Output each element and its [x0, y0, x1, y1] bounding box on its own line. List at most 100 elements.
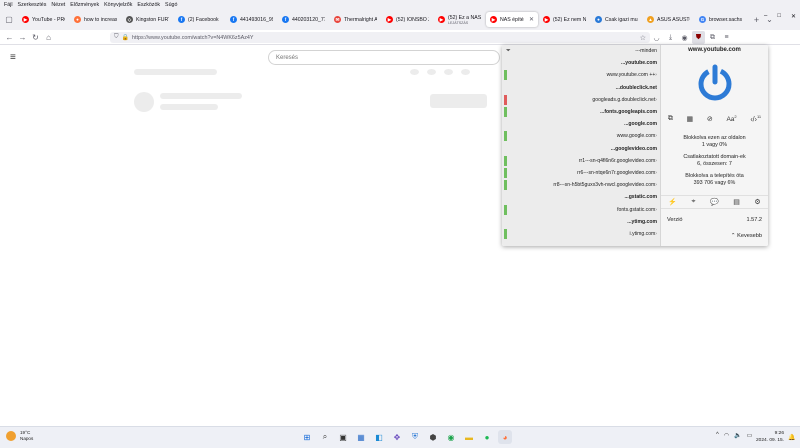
- domain-row[interactable]: www.youtube.com ++ ›: [502, 69, 661, 81]
- forward-icon[interactable]: →: [16, 31, 29, 44]
- lock-icon[interactable]: 🔒: [122, 34, 129, 41]
- account-icon[interactable]: ◉: [678, 31, 691, 44]
- pocket-icon[interactable]: ◡: [650, 31, 663, 44]
- reload-icon[interactable]: ↻: [29, 31, 42, 44]
- power-button[interactable]: [695, 63, 735, 103]
- menu-item[interactable]: Súgó: [165, 2, 177, 8]
- tab[interactable]: ▶YouTube - PROM: [18, 12, 69, 27]
- domain-row[interactable]: www.google.com ›: [502, 130, 661, 142]
- menu-item[interactable]: Könyvjelzők: [104, 2, 132, 8]
- back-icon[interactable]: ←: [3, 31, 16, 44]
- app-icon-5[interactable]: ⬢: [426, 430, 440, 444]
- extensions-icon[interactable]: ⧉: [706, 31, 719, 44]
- tab-sublabel: LEJÁTSZÁS: [448, 20, 469, 25]
- close-tab-icon[interactable]: ✕: [529, 16, 534, 23]
- domain-text: google.com: [628, 121, 657, 128]
- file-explorer-icon[interactable]: ▬: [462, 430, 476, 444]
- filter-icon[interactable]: ⏷: [506, 48, 511, 55]
- tab[interactable]: f440203120_7727: [278, 12, 329, 27]
- picker-icon[interactable]: ⌖: [692, 198, 696, 206]
- remote-font-icon[interactable]: Aa2: [726, 114, 736, 123]
- clock[interactable]: 9:26 2024. 09. 15.: [752, 431, 784, 444]
- menu-item[interactable]: Előzmények: [70, 2, 99, 8]
- bookmark-star-icon[interactable]: ☆: [640, 34, 646, 42]
- domain-row[interactable]: ... gstatic.com: [502, 191, 661, 203]
- chevron-icon: ›: [655, 182, 657, 189]
- tab[interactable]: ● how to increase: [70, 12, 121, 27]
- less-label: Kevesebb: [737, 233, 762, 239]
- domain-row[interactable]: ... googlevideo.com: [502, 143, 661, 155]
- tab[interactable]: ▲ASUS ASUSTOR: [643, 12, 694, 27]
- wifi-icon[interactable]: ◠: [724, 432, 729, 439]
- domain-row[interactable]: googleads.g.doubleclick.net ›: [502, 94, 661, 106]
- app-icon-1[interactable]: ▦: [354, 430, 368, 444]
- url-bar[interactable]: ⛉ 🔒 https://www.youtube.com/watch?v=N4WK…: [110, 32, 650, 43]
- tab[interactable]: ● Csak igazi mun: [591, 12, 642, 27]
- javascript-icon[interactable]: ‹/›11: [750, 114, 761, 123]
- tab-strip: ▶YouTube - PROM●how to increase◇Kingston…: [18, 12, 746, 27]
- tray-expand-icon[interactable]: ^: [716, 432, 719, 439]
- firefox-view-icon[interactable]: ▢: [0, 13, 18, 26]
- zapper-icon[interactable]: ⚡: [668, 198, 677, 206]
- download-icon[interactable]: ⤓: [664, 31, 677, 44]
- menu-item[interactable]: Fájl: [4, 2, 13, 8]
- app-icon-2[interactable]: ◧: [372, 430, 386, 444]
- volume-icon[interactable]: 🔈: [734, 432, 741, 439]
- weather-widget[interactable]: 19°C Napos: [6, 430, 33, 442]
- tab[interactable]: f441493016_9939: [226, 12, 277, 27]
- logger-icon[interactable]: ▤: [733, 198, 740, 206]
- menu-item[interactable]: Eszközök: [137, 2, 160, 8]
- ublock-toolbar-icon[interactable]: ⛊: [692, 31, 705, 44]
- tab[interactable]: ▶(52) Ez a NAS ÉrLEJÁTSZÁS: [434, 12, 485, 27]
- popup-block-icon[interactable]: ⧉: [668, 115, 673, 123]
- menu-item[interactable]: Szerkesztés: [18, 2, 47, 8]
- shield-icon[interactable]: ⛉: [114, 34, 119, 41]
- tab[interactable]: ✉ Thermalright Ar: [330, 12, 381, 27]
- filter-row[interactable]: ⏷ ---minden: [502, 45, 661, 57]
- less-button[interactable]: ⌃ Kevesebb: [661, 233, 768, 239]
- menu-bar: Fájl Szerkesztés Nézet Előzmények Könyvjelző…: [0, 0, 800, 9]
- app-icon-6[interactable]: ◉: [444, 430, 458, 444]
- domain-row[interactable]: rr6---sn-ntqe6n7r.googlevideo.com ›: [502, 167, 661, 179]
- spotify-icon[interactable]: ●: [480, 430, 494, 444]
- task-view-icon[interactable]: ▣: [336, 430, 350, 444]
- tab[interactable]: ▶(52) IONSBO Z20: [382, 12, 433, 27]
- tab[interactable]: ▶ NAS építés ✕: [486, 12, 538, 27]
- menu-item[interactable]: Nézet: [51, 2, 65, 8]
- hamburger-menu-icon[interactable]: ≡: [10, 52, 16, 63]
- domain-row[interactable]: fonts.gstatic.com ›: [502, 204, 661, 216]
- domain-text: gstatic.com: [628, 194, 657, 201]
- tab[interactable]: Gbrowser.sachs: [695, 12, 746, 27]
- app-icon-3[interactable]: ✥: [390, 430, 404, 444]
- search-icon[interactable]: ⌕: [318, 430, 332, 444]
- media-block-icon[interactable]: ▦: [687, 115, 694, 123]
- settings-gear-icon[interactable]: ⚙: [754, 198, 760, 206]
- search-input[interactable]: Keresés: [268, 50, 500, 65]
- url-text[interactable]: https://www.youtube.com/watch?v=N4WK6z5A…: [132, 35, 254, 41]
- report-icon[interactable]: 💬: [710, 198, 719, 206]
- menu-icon[interactable]: ≡: [720, 31, 733, 44]
- tab[interactable]: f (2) Facebook: [174, 12, 225, 27]
- windows-start-icon[interactable]: ⊞: [300, 430, 314, 444]
- blocked-page-value: 1 vagy 0%: [701, 142, 728, 148]
- cosmetic-filter-icon[interactable]: ⊘: [707, 115, 713, 123]
- tab[interactable]: ◇ Kingston FURY: [122, 12, 173, 27]
- domain-row[interactable]: ... ytimg.com: [502, 216, 661, 228]
- domain-row[interactable]: ... fonts.googleapis.com: [502, 106, 661, 118]
- maximize-button[interactable]: □: [777, 13, 781, 20]
- tab[interactable]: ▶(52) Ez nem NAS: [539, 12, 590, 27]
- firefox-taskbar-icon[interactable]: ◕: [498, 430, 512, 444]
- app-icon-4[interactable]: ⛨: [408, 430, 422, 444]
- domain-row[interactable]: ... youtube.com: [502, 57, 661, 69]
- domain-row[interactable]: rr8---sn-h5bt5guxx3vh-nwcl.googlevideo.c…: [502, 179, 661, 191]
- domain-row[interactable]: i.ytimg.com ›: [502, 228, 661, 240]
- home-icon[interactable]: ⌂: [42, 31, 55, 44]
- notification-icon[interactable]: 🔔: [788, 434, 795, 441]
- domain-row[interactable]: ... doubleclick.net: [502, 82, 661, 94]
- version-row: Verzió 1.57.2: [661, 217, 768, 223]
- domain-row[interactable]: ... google.com: [502, 118, 661, 130]
- close-window-button[interactable]: ✕: [791, 13, 796, 20]
- minimize-button[interactable]: –: [764, 13, 767, 20]
- new-tab-button[interactable]: +: [750, 13, 763, 26]
- domain-row[interactable]: rr1---sn-q4fl6n6r.googlevideo.com ›: [502, 155, 661, 167]
